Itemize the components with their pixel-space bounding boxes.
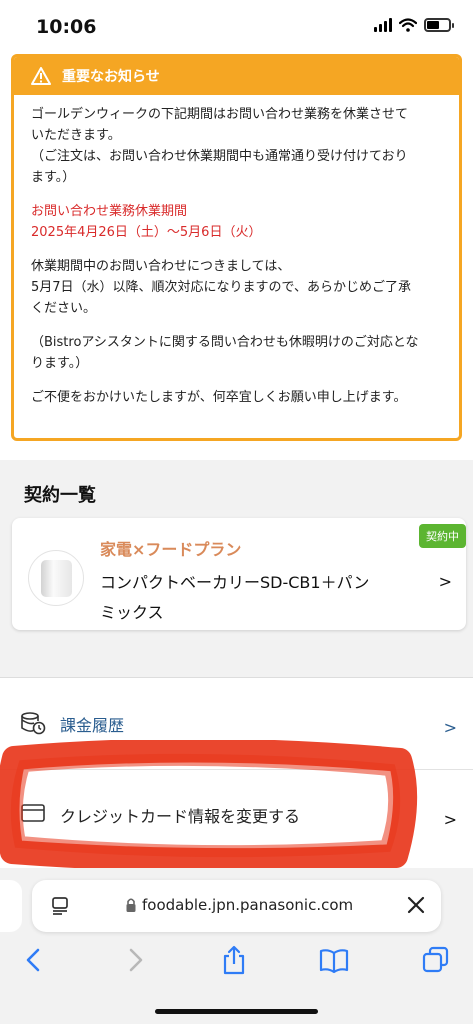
notice-title: 重要なお知らせ xyxy=(62,69,160,85)
notice-text: いただきます。 xyxy=(31,128,121,143)
period-label: お問い合わせ業務休業期間 xyxy=(31,204,188,219)
chevron-right-icon: > xyxy=(443,718,457,737)
battery-icon xyxy=(424,18,454,32)
billing-history-item[interactable]: 課金履歴 > xyxy=(0,678,473,770)
contract-card[interactable]: 契約中 家電×フードプラン コンパクトベーカリーSD-CB1＋パン ミックス > xyxy=(12,518,466,630)
notice-body: ゴールデンウィークの下記期間はお問い合わせ業務を休業させて いただきます。 （ご… xyxy=(14,95,459,430)
status-time: 10:06 xyxy=(36,16,97,38)
plan-label: 家電×フードプラン xyxy=(100,540,242,559)
address-bar[interactable]: foodable.jpn.panasonic.com xyxy=(32,880,441,932)
notice-paragraph-4: ご不便をおかけいたしますが、何卒宜しくお願い申し上げます。 xyxy=(31,390,407,405)
notice-paragraph-2: 休業期間中のお問い合わせにつきましては、 5月7日（水）以降、順次対応になります… xyxy=(31,256,442,319)
cellular-signal-icon xyxy=(374,18,392,32)
bookmarks-icon[interactable] xyxy=(318,944,350,976)
notice-header: 重要なお知らせ xyxy=(14,57,459,95)
period-dates: 2025年4月26日（土）〜5月6日（火） xyxy=(31,225,262,240)
browser-chrome: foodable.jpn.panasonic.com xyxy=(0,868,473,1024)
home-indicator xyxy=(155,1009,318,1014)
notice-text: ます。） xyxy=(31,170,76,185)
share-icon[interactable] xyxy=(218,944,250,976)
notice-text: （Bistroアシスタントに関する問い合わせも休暇明けのご対応とな xyxy=(31,335,419,350)
notice-text: ゴールデンウィークの下記期間はお問い合わせ業務を休業させて xyxy=(31,107,409,122)
warning-icon xyxy=(31,67,51,85)
chevron-right-icon: > xyxy=(443,810,457,829)
browser-toolbar xyxy=(0,944,473,984)
notice-paragraph-1: ゴールデンウィークの下記期間はお問い合わせ業務を休業させて いただきます。 （ご… xyxy=(31,104,442,188)
notice-text: 休業期間中のお問い合わせにつきましては、 xyxy=(31,259,291,274)
status-icons xyxy=(374,18,454,32)
billing-history-label: 課金履歴 xyxy=(60,716,125,735)
lock-icon xyxy=(126,898,136,912)
notice-paragraph-3: （Bistroアシスタントに関する問い合わせも休暇明けのご対応とな ります。） xyxy=(31,332,442,374)
wifi-icon xyxy=(399,18,417,32)
product-name-line: ミックス xyxy=(100,603,164,622)
notice-area: 重要なお知らせ ゴールデンウィークの下記期間はお問い合わせ業務を休業させて いた… xyxy=(0,54,473,460)
page-menu-icon[interactable] xyxy=(50,895,72,917)
notice-period: お問い合わせ業務休業期間 2025年4月26日（土）〜5月6日（火） xyxy=(31,201,442,243)
previous-tab[interactable] xyxy=(0,880,22,932)
important-notice: 重要なお知らせ ゴールデンウィークの下記期間はお問い合わせ業務を休業させて いた… xyxy=(11,54,462,441)
chevron-right-icon: > xyxy=(438,572,452,591)
change-card-item[interactable]: クレジットカード情報を変更する > xyxy=(0,770,473,862)
back-icon[interactable] xyxy=(18,944,50,976)
account-menu: 課金履歴 > クレジットカード情報を変更する > xyxy=(0,677,473,877)
notice-text: （ご注文は、お問い合わせ休業期間中も通常通り受け付けており xyxy=(31,149,408,164)
status-bar: 10:06 xyxy=(0,0,473,54)
product-name-line: コンパクトベーカリーSD-CB1＋パン xyxy=(100,573,370,592)
notice-text: 5月7日（水）以降、順次対応になりますので、あらかじめご了承 xyxy=(31,280,412,295)
product-name: コンパクトベーカリーSD-CB1＋パン ミックス xyxy=(100,568,400,628)
contracts-title: 契約一覧 xyxy=(24,485,96,506)
url-text: foodable.jpn.panasonic.com xyxy=(142,896,354,914)
close-icon[interactable] xyxy=(405,894,427,916)
tabs-icon[interactable] xyxy=(420,944,452,976)
product-image xyxy=(28,550,84,606)
forward-icon[interactable] xyxy=(119,944,151,976)
status-badge: 契約中 xyxy=(419,524,466,548)
notice-text: ります。） xyxy=(31,356,89,371)
coins-clock-icon xyxy=(21,712,46,735)
notice-text: ください。 xyxy=(31,301,97,316)
credit-card-icon xyxy=(21,804,45,822)
change-card-label: クレジットカード情報を変更する xyxy=(60,807,301,826)
